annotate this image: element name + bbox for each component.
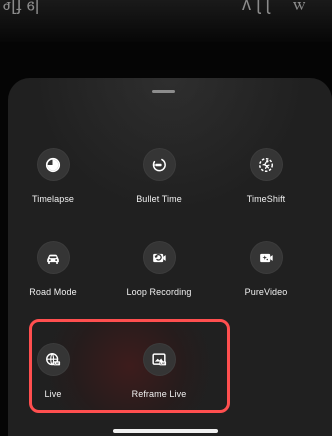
road-mode-icon bbox=[36, 241, 70, 274]
top-fragment-left: ꮷ[ɟ ꮾ| bbox=[3, 0, 40, 14]
top-fragment-right: ꮃ bbox=[293, 0, 306, 14]
mode-live[interactable]: Live bbox=[8, 343, 99, 433]
reframe-live-icon bbox=[142, 343, 176, 376]
shooting-mode-sheet: Timelapse Bullet Time TimeShift Road Mod… bbox=[8, 78, 332, 436]
timeshift-label: TimeShift bbox=[246, 194, 286, 204]
bullet-time-icon bbox=[142, 148, 176, 181]
purevideo-label: PureVideo bbox=[244, 287, 288, 297]
timelapse-label: Timelapse bbox=[31, 194, 75, 204]
live-icon bbox=[36, 343, 70, 376]
mode-selector-screen: ꮷ[ɟ ꮾ| ᴧ ɭ ɭ ꮃ Timelapse Bullet Time Tim… bbox=[0, 0, 332, 436]
top-fragment: ꮷ[ɟ ꮾ| ᴧ ɭ ɭ ꮃ bbox=[0, 0, 332, 14]
mode-purevideo[interactable]: PureVideo bbox=[220, 241, 312, 331]
home-indicator bbox=[113, 429, 218, 433]
top-bar: ꮷ[ɟ ꮾ| ᴧ ɭ ɭ ꮃ bbox=[0, 0, 332, 42]
loop-recording-icon bbox=[142, 241, 176, 274]
mode-reframe-live[interactable]: Reframe Live bbox=[113, 343, 205, 433]
top-fragment-middle: ᴧ ɭ ɭ bbox=[242, 0, 270, 14]
purevideo-icon bbox=[249, 241, 283, 274]
road-mode-label: Road Mode bbox=[29, 287, 77, 297]
sheet-drag-handle[interactable] bbox=[152, 90, 175, 93]
mode-timelapse[interactable]: Timelapse bbox=[8, 148, 99, 238]
loop-recording-label: Loop Recording bbox=[126, 287, 192, 297]
mode-timeshift[interactable]: TimeShift bbox=[220, 148, 312, 238]
mode-road-mode[interactable]: Road Mode bbox=[8, 241, 99, 331]
mode-bullet-time[interactable]: Bullet Time bbox=[113, 148, 205, 238]
bullet-time-label: Bullet Time bbox=[136, 194, 182, 204]
live-label: Live bbox=[44, 389, 62, 399]
timelapse-icon bbox=[36, 148, 70, 181]
reframe-live-label: Reframe Live bbox=[131, 389, 187, 399]
mode-loop-recording[interactable]: Loop Recording bbox=[113, 241, 205, 331]
timeshift-icon bbox=[249, 148, 283, 181]
